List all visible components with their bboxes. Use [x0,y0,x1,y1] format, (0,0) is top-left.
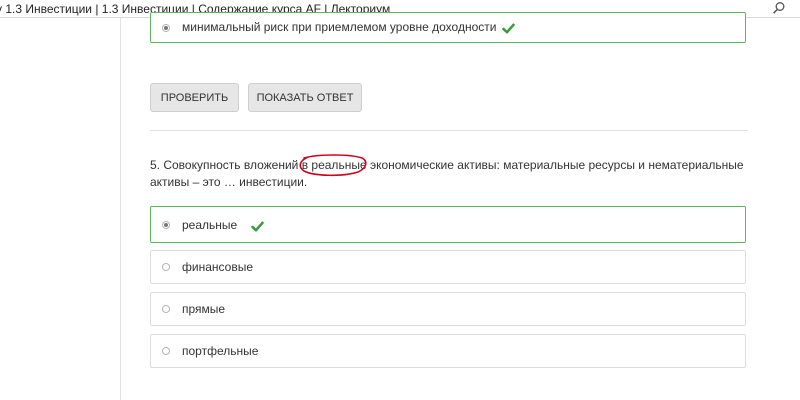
option-label: прямые [182,302,226,316]
option-real[interactable]: реальные [150,206,746,243]
radio-icon[interactable] [162,347,170,355]
option-label: финансовые [182,260,253,274]
check-icon [251,219,264,232]
option-label: реальные [182,218,238,232]
quiz-content: минимальный риск при приемлемом уровне д… [120,12,776,400]
check-icon [502,21,515,34]
show-answer-button[interactable]: ПОКАЗАТЬ ОТВЕТ [248,83,362,112]
option-label: портфельные [182,344,259,358]
question-text: 5. Совокупность вложений в реальные экон… [150,158,744,189]
option-financial[interactable]: финансовые [150,250,746,284]
right-gutter [775,18,800,400]
check-button[interactable]: ПРОВЕРИТЬ [150,83,239,112]
radio-icon[interactable] [162,305,170,313]
left-gutter [0,18,120,400]
option-portfolio[interactable]: портфельные [150,334,746,368]
radio-icon[interactable] [162,24,170,32]
radio-icon[interactable] [162,263,170,271]
divider [150,130,748,131]
prev-answer-option[interactable]: минимальный риск при приемлемом уровне д… [150,12,746,43]
option-direct[interactable]: прямые [150,292,746,326]
prev-answer-label: минимальный риск при приемлемом уровне д… [182,20,497,34]
search-icon[interactable] [772,1,786,15]
radio-icon[interactable] [162,221,170,229]
